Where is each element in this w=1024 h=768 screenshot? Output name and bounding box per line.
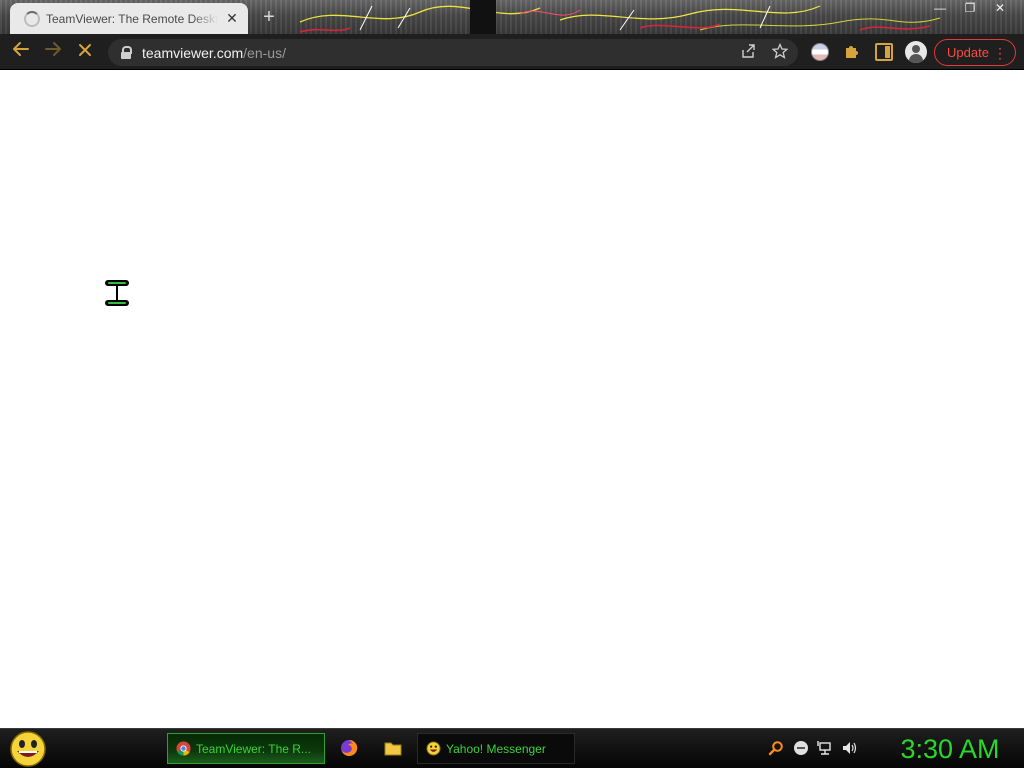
taskbar-item-teamviewer[interactable]: TeamViewer: The R... (167, 733, 325, 764)
url-path: /en-us/ (243, 44, 286, 61)
address-bar[interactable]: teamviewer.com/en-us/ (108, 39, 798, 66)
tab-teamviewer[interactable]: TeamViewer: The Remote Desktop Software … (10, 3, 248, 34)
chrome-icon (176, 741, 191, 756)
taskbar-clock[interactable]: 3:30 AM (880, 732, 1020, 766)
kebab-menu-icon[interactable]: ⋮ (993, 44, 1007, 62)
forward-button[interactable] (40, 39, 66, 65)
messenger-status-icon[interactable] (793, 740, 809, 756)
stop-loading-button[interactable] (72, 39, 98, 65)
tab-strip: TeamViewer: The Remote Desktop Software … (0, 0, 1024, 34)
tab-close-icon[interactable]: ✕ (224, 10, 240, 26)
arrow-right-icon (45, 42, 61, 56)
search-icon[interactable] (768, 740, 784, 756)
text-cursor-icon (105, 280, 129, 306)
page-content[interactable] (0, 71, 1024, 728)
extension-flag-icon[interactable] (811, 43, 829, 61)
volume-icon[interactable] (841, 740, 857, 756)
taskbar-item-label: TeamViewer: The R... (196, 741, 311, 756)
folder-icon[interactable] (384, 739, 402, 757)
window-close-button[interactable]: ✕ (985, 0, 1015, 18)
taskbar: TeamViewer: The R... Yahoo! Messenger 3:… (0, 728, 1024, 768)
restore-button[interactable]: ❐ (955, 0, 985, 18)
update-button[interactable]: Update ⋮ (934, 39, 1016, 66)
yahoo-smiley-icon (426, 741, 441, 756)
tab-title: TeamViewer: The Remote Desktop Software (46, 11, 218, 26)
firefox-icon[interactable] (340, 739, 358, 757)
browser-toolbar: teamviewer.com/en-us/ Update ⋮ (0, 34, 1024, 70)
network-icon[interactable] (817, 740, 833, 756)
share-icon[interactable] (738, 43, 758, 63)
update-label: Update (947, 45, 989, 60)
loading-spinner-icon (24, 10, 40, 27)
arrow-left-icon (13, 42, 29, 56)
close-x-icon (79, 44, 91, 56)
taskbar-item-yahoo-messenger[interactable]: Yahoo! Messenger (417, 733, 575, 764)
side-panel-icon[interactable] (875, 43, 893, 61)
minimize-button[interactable]: — (925, 0, 955, 18)
taskbar-item-label: Yahoo! Messenger (446, 741, 546, 756)
new-tab-button[interactable]: + (258, 6, 280, 28)
extensions-puzzle-icon[interactable] (843, 43, 861, 61)
bookmark-star-icon[interactable] (770, 42, 790, 63)
back-button[interactable] (8, 39, 34, 65)
start-smiley-icon[interactable] (8, 730, 48, 768)
profile-avatar-icon[interactable] (905, 41, 927, 63)
url-host: teamviewer.com (142, 44, 244, 61)
lock-icon[interactable] (120, 45, 132, 60)
